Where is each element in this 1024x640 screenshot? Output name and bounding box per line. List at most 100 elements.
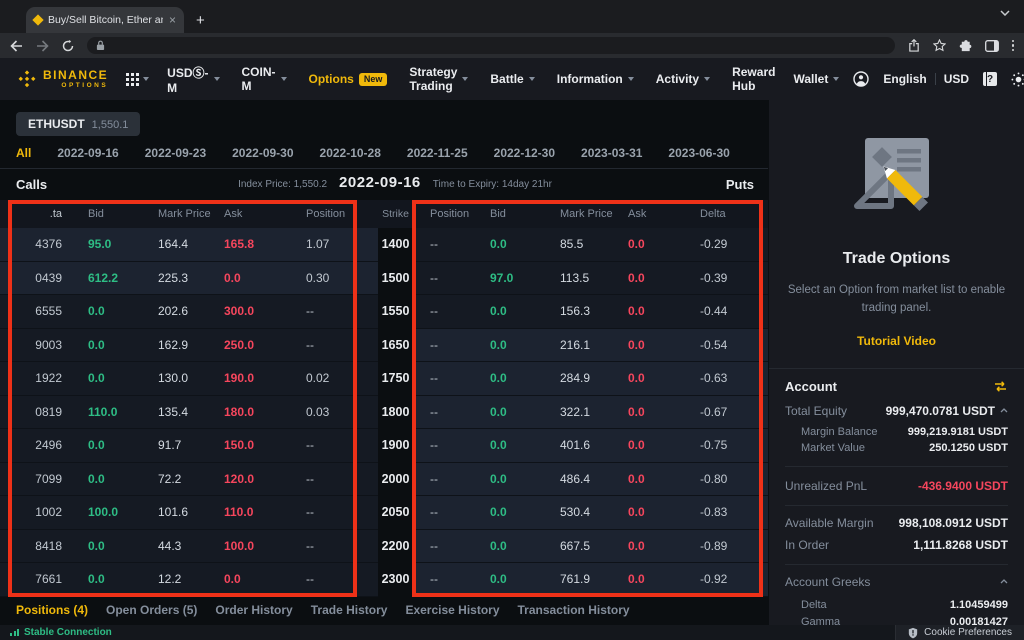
call-bid[interactable]: 95.0 bbox=[62, 228, 158, 262]
language-selector[interactable]: English bbox=[883, 72, 926, 86]
call-ask[interactable]: 165.8 bbox=[224, 228, 306, 262]
nav-menu-item[interactable]: COIN-M bbox=[242, 65, 287, 93]
orders-tab[interactable]: Exercise History bbox=[405, 603, 499, 617]
user-profile-icon[interactable] bbox=[853, 71, 869, 87]
call-bid[interactable]: 0.0 bbox=[62, 429, 158, 463]
side-panel-icon[interactable] bbox=[985, 40, 999, 52]
option-chain-row[interactable]: 9003 0.0 162.9 250.0 -- 1650 -- 0.0 216.… bbox=[0, 329, 768, 363]
expiry-tab[interactable]: All bbox=[16, 146, 31, 168]
nav-menu-item[interactable]: Battle bbox=[490, 72, 534, 86]
option-chain-row[interactable]: 0439 612.2 225.3 0.0 0.30 1500 -- 97.0 1… bbox=[0, 262, 768, 296]
reload-icon[interactable] bbox=[62, 40, 74, 52]
orders-tab[interactable]: Order History bbox=[215, 603, 292, 617]
put-bid[interactable]: 0.0 bbox=[473, 496, 533, 530]
put-ask[interactable]: 0.0 bbox=[628, 563, 698, 597]
put-bid[interactable]: 0.0 bbox=[473, 396, 533, 430]
cookie-preferences-button[interactable]: Cookie Preferences bbox=[895, 625, 1024, 640]
put-bid[interactable]: 0.0 bbox=[473, 463, 533, 497]
put-ask[interactable]: 0.0 bbox=[628, 463, 698, 497]
nav-menu-item[interactable]: USDⓈ-M bbox=[167, 64, 219, 95]
option-chain-row[interactable]: 4376 95.0 164.4 165.8 1.07 1400 -- 0.0 8… bbox=[0, 228, 768, 262]
expiry-tab[interactable]: 2022-10-28 bbox=[320, 146, 381, 168]
put-bid[interactable]: 97.0 bbox=[473, 262, 533, 296]
share-icon[interactable] bbox=[908, 39, 920, 52]
call-ask[interactable]: 110.0 bbox=[224, 496, 306, 530]
browser-menu-icon[interactable] bbox=[1012, 40, 1015, 52]
theme-icon[interactable] bbox=[1011, 72, 1024, 87]
expiry-tab[interactable]: 2022-09-30 bbox=[232, 146, 293, 168]
put-ask[interactable]: 0.0 bbox=[628, 362, 698, 396]
forward-icon[interactable] bbox=[36, 40, 49, 52]
put-bid[interactable]: 0.0 bbox=[473, 362, 533, 396]
call-ask[interactable]: 190.0 bbox=[224, 362, 306, 396]
wallet-menu[interactable]: Wallet bbox=[793, 72, 839, 86]
expiry-tab[interactable]: 2022-11-25 bbox=[407, 146, 468, 168]
expiry-tab[interactable]: 2023-03-31 bbox=[581, 146, 642, 168]
put-ask[interactable]: 0.0 bbox=[628, 496, 698, 530]
put-ask[interactable]: 0.0 bbox=[628, 228, 698, 262]
nav-menu-item[interactable]: Information bbox=[557, 72, 634, 86]
address-bar[interactable] bbox=[87, 37, 895, 54]
option-chain-row[interactable]: 7099 0.0 72.2 120.0 -- 2000 -- 0.0 486.4… bbox=[0, 463, 768, 497]
call-bid[interactable]: 100.0 bbox=[62, 496, 158, 530]
put-bid[interactable]: 0.0 bbox=[473, 530, 533, 564]
expiry-tab[interactable]: 2022-09-23 bbox=[145, 146, 206, 168]
call-bid[interactable]: 612.2 bbox=[62, 262, 158, 296]
nav-menu-item[interactable]: Activity bbox=[656, 72, 710, 86]
put-ask[interactable]: 0.0 bbox=[628, 530, 698, 564]
nav-menu-item[interactable]: Options New bbox=[309, 72, 388, 86]
put-ask[interactable]: 0.0 bbox=[628, 262, 698, 296]
call-ask[interactable]: 0.0 bbox=[224, 563, 306, 597]
tab-close-icon[interactable]: × bbox=[169, 14, 176, 26]
put-ask[interactable]: 0.0 bbox=[628, 396, 698, 430]
back-icon[interactable] bbox=[10, 40, 23, 52]
expiry-tab[interactable]: 2022-12-30 bbox=[494, 146, 555, 168]
call-ask[interactable]: 300.0 bbox=[224, 295, 306, 329]
call-ask[interactable]: 100.0 bbox=[224, 530, 306, 564]
transfer-icon[interactable] bbox=[993, 381, 1008, 392]
tab-search-chevron-icon[interactable] bbox=[1000, 10, 1010, 16]
put-ask[interactable]: 0.0 bbox=[628, 295, 698, 329]
call-ask[interactable]: 120.0 bbox=[224, 463, 306, 497]
call-bid[interactable]: 0.0 bbox=[62, 362, 158, 396]
option-chain-row[interactable]: 0819 110.0 135.4 180.0 0.03 1800 -- 0.0 … bbox=[0, 396, 768, 430]
option-chain-row[interactable]: 1002 100.0 101.6 110.0 -- 2050 -- 0.0 53… bbox=[0, 496, 768, 530]
bookmark-star-icon[interactable] bbox=[933, 39, 946, 52]
call-ask[interactable]: 250.0 bbox=[224, 329, 306, 363]
option-chain-row[interactable]: 1922 0.0 130.0 190.0 0.02 1750 -- 0.0 28… bbox=[0, 362, 768, 396]
call-bid[interactable]: 0.0 bbox=[62, 463, 158, 497]
tutorial-video-link[interactable]: Tutorial Video bbox=[769, 334, 1024, 348]
call-bid[interactable]: 0.0 bbox=[62, 563, 158, 597]
chevron-up-icon[interactable] bbox=[1000, 579, 1008, 584]
call-ask[interactable]: 150.0 bbox=[224, 429, 306, 463]
put-ask[interactable]: 0.0 bbox=[628, 329, 698, 363]
expiry-tab[interactable]: 2023-06-30 bbox=[668, 146, 729, 168]
orders-tab[interactable]: Positions (4) bbox=[16, 603, 88, 617]
orders-tab[interactable]: Open Orders (5) bbox=[106, 603, 197, 617]
option-chain-row[interactable]: 8418 0.0 44.3 100.0 -- 2200 -- 0.0 667.5… bbox=[0, 530, 768, 564]
expiry-tab[interactable]: 2022-09-16 bbox=[57, 146, 118, 168]
nav-menu-item[interactable]: Strategy Trading bbox=[409, 65, 468, 93]
call-bid[interactable]: 0.0 bbox=[62, 530, 158, 564]
currency-selector[interactable]: USD bbox=[944, 72, 969, 86]
put-bid[interactable]: 0.0 bbox=[473, 329, 533, 363]
nav-menu-item[interactable]: Reward Hub bbox=[732, 65, 775, 93]
binance-options-logo[interactable]: BINANCE OPTIONS bbox=[16, 68, 108, 90]
symbol-selector[interactable]: ETHUSDT 1,550.1 bbox=[16, 112, 140, 136]
put-bid[interactable]: 0.0 bbox=[473, 228, 533, 262]
option-chain-row[interactable]: 7661 0.0 12.2 0.0 -- 2300 -- 0.0 761.9 0… bbox=[0, 563, 768, 597]
call-bid[interactable]: 0.0 bbox=[62, 329, 158, 363]
call-ask[interactable]: 180.0 bbox=[224, 396, 306, 430]
put-bid[interactable]: 0.0 bbox=[473, 429, 533, 463]
call-ask[interactable]: 0.0 bbox=[224, 262, 306, 296]
put-ask[interactable]: 0.0 bbox=[628, 429, 698, 463]
new-tab-button[interactable]: + bbox=[196, 13, 205, 28]
apps-menu-button[interactable] bbox=[126, 73, 149, 86]
call-bid[interactable]: 0.0 bbox=[62, 295, 158, 329]
orders-tab[interactable]: Transaction History bbox=[518, 603, 630, 617]
chevron-up-icon[interactable] bbox=[1000, 408, 1008, 413]
extensions-puzzle-icon[interactable] bbox=[959, 39, 972, 52]
orders-tab[interactable]: Trade History bbox=[311, 603, 388, 617]
support-icon[interactable] bbox=[983, 72, 997, 86]
call-bid[interactable]: 110.0 bbox=[62, 396, 158, 430]
